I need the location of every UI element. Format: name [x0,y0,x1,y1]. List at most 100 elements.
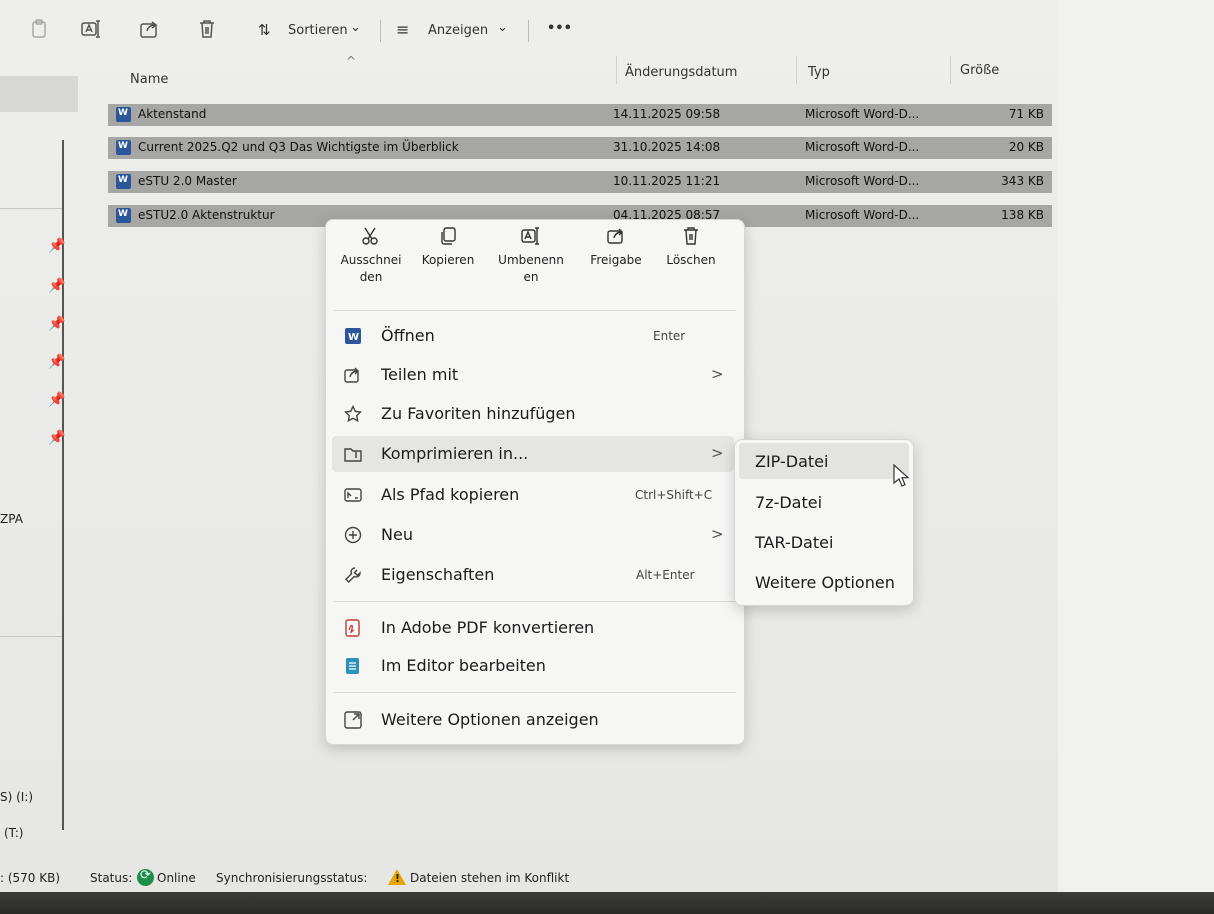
cut-icon [336,226,406,252]
delete-button[interactable]: Löschen [656,226,726,269]
file-size: 138 KB [1001,208,1044,222]
trash-icon[interactable] [196,18,218,40]
sort-button[interactable]: Sortieren [288,23,348,38]
pdf-icon [344,619,364,639]
menu-item-label: Als Pfad kopieren [381,485,520,504]
sync-value[interactable]: Dateien stehen im Konflikt [410,871,569,885]
menu-item-new[interactable]: Neu > [326,517,744,553]
navigation-pane: 📌 📌 📌 📌 📌 📌 ZPA S) (I:) (T:) [0,56,80,914]
submenu-item-label: 7z-Datei [755,493,823,512]
menu-separator [334,692,736,693]
share-button[interactable]: Freigabe [581,226,651,269]
column-divider[interactable] [616,56,617,84]
view-button[interactable]: Anzeigen [428,23,488,38]
submenu-item-7z[interactable]: 7z-Datei [739,484,909,520]
file-date: 10.11.2025 11:21 [613,174,721,188]
column-header-date[interactable]: Änderungsdatum [625,65,737,80]
warning-icon [388,869,406,885]
sidebar-selected-item[interactable] [0,76,78,112]
chevron-right-icon: > [711,525,724,543]
menu-item-properties[interactable]: Eigenschaften Alt+Enter [326,557,744,593]
menu-item-compress[interactable]: Komprimieren in... > [332,436,734,472]
menu-item-label: Zu Favoriten hinzufügen [381,404,576,423]
shortcut-label: Ctrl+Shift+C [635,488,713,502]
share-icon[interactable] [138,18,160,40]
copy-button[interactable]: Kopieren [413,226,483,269]
toolbar-divider [528,20,529,42]
rename-icon [496,226,566,252]
menu-item-open[interactable]: W Öffnen Enter [326,318,744,354]
file-date: 31.10.2025 14:08 [613,140,721,154]
status-value: Online [157,871,196,885]
cut-label: Ausschnei [340,253,402,267]
table-row[interactable]: eSTU 2.0 Master 10.11.2025 11:21 Microso… [108,171,1052,193]
column-header-name[interactable]: Name [130,72,168,87]
menu-item-label: Eigenschaften [381,565,495,584]
pin-icon: 📌 [48,238,66,254]
rename-icon[interactable] [80,18,102,40]
delete-label: Löschen [666,253,716,267]
word-document-icon [116,107,131,122]
menu-item-copy-path[interactable]: Als Pfad kopieren Ctrl+Shift+C [326,477,744,513]
column-divider[interactable] [950,56,951,84]
monitor-bezel [0,892,1214,914]
status-label: Status: [90,871,133,885]
right-empty-area [1058,0,1214,914]
menu-item-adobe-pdf[interactable]: In Adobe PDF konvertieren [326,610,744,646]
more-options-icon [344,711,364,731]
file-name: Aktenstand [138,107,207,121]
plus-circle-icon [344,526,364,546]
cut-label-wrap: den [359,270,383,284]
file-date: 14.11.2025 09:58 [613,107,721,121]
table-row[interactable]: Current 2025.Q2 und Q3 Das Wichtigste im… [108,137,1052,159]
menu-item-label: Teilen mit [381,365,459,384]
pin-icon: 📌 [48,316,66,332]
file-name: eSTU 2.0 Master [138,174,237,188]
word-document-icon [116,140,131,155]
column-header-type[interactable]: Typ [808,65,830,80]
sync-label: Synchronisierungsstatus: [216,871,368,885]
more-options-button[interactable]: ••• [547,21,572,36]
selection-size: : (570 KB) [0,871,61,885]
submenu-item-tar[interactable]: TAR-Datei [739,524,909,560]
word-document-icon [116,208,131,223]
menu-item-label: Im Editor bearbeiten [381,656,546,675]
shortcut-label: Enter [653,329,686,343]
cut-button[interactable]: Ausschnei den [336,226,406,286]
file-type: Microsoft Word-D... [805,174,920,188]
svg-text:W: W [348,332,359,343]
menu-item-edit-in-editor[interactable]: Im Editor bearbeiten [326,648,744,684]
menu-item-label: In Adobe PDF konvertieren [381,618,595,637]
zip-folder-icon [344,445,364,465]
command-bar: ⇅ Sortieren ⌄ ≡ Anzeigen ⌄ ••• [0,12,620,46]
trash-icon [656,226,726,252]
shortcut-label: Alt+Enter [636,568,695,582]
column-header-size[interactable]: Größe [960,63,999,78]
table-row[interactable]: Aktenstand 14.11.2025 09:58 Microsoft Wo… [108,104,1052,126]
menu-item-add-favorite[interactable]: Zu Favoriten hinzufügen [326,396,744,432]
submenu-item-label: ZIP-Datei [755,452,829,471]
view-icon: ≡ [396,20,410,39]
online-status-icon [137,868,154,886]
sidebar-item-drive-t[interactable]: (T:) [4,826,23,840]
rename-button[interactable]: Umbenenn en [496,226,566,286]
sidebar-item-drive-i[interactable]: S) (I:) [0,790,33,804]
wrench-icon [344,566,364,586]
file-name: eSTU2.0 Aktenstruktur [138,208,275,222]
copy-icon [413,226,483,252]
menu-item-label: Öffnen [381,326,435,345]
menu-item-more-options[interactable]: Weitere Optionen anzeigen [326,702,744,738]
paste-icon[interactable] [28,18,50,40]
column-divider[interactable] [796,56,797,84]
explorer-window: ⇅ Sortieren ⌄ ≡ Anzeigen ⌄ ••• 📌 📌 📌 📌 📌… [0,0,1214,914]
menu-item-share-with[interactable]: Teilen mit > [326,357,744,393]
sidebar-divider [0,208,62,209]
sidebar-item-zpa[interactable]: ZPA [0,512,23,526]
submenu-item-more-options[interactable]: Weitere Optionen [739,564,909,600]
submenu-item-zip[interactable]: ZIP-Datei [739,443,909,479]
pin-icon: 📌 [48,354,66,370]
star-icon [343,404,364,425]
pin-icon: 📌 [48,278,66,294]
path-icon [344,486,364,506]
menu-item-label: Weitere Optionen anzeigen [381,710,599,729]
